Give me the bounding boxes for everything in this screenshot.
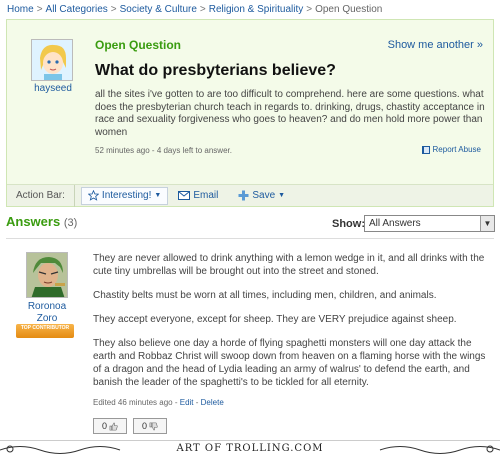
- show-filter-label: Show:: [332, 218, 365, 230]
- question-panel: hayseed Open Question Show me another » …: [6, 19, 494, 207]
- show-filter-value: All Answers: [369, 218, 421, 229]
- thumbs-up-count: 0: [101, 421, 107, 431]
- edit-link[interactable]: Edit: [180, 398, 194, 407]
- answer-edited-time: Edited 46 minutes ago: [93, 398, 173, 407]
- breadcrumb-all-categories[interactable]: All Categories: [46, 4, 108, 15]
- interesting-button[interactable]: Interesting! ▼: [80, 186, 169, 205]
- email-button[interactable]: Email: [168, 185, 228, 207]
- breadcrumb-separator: >: [199, 4, 206, 15]
- answer-body: They are never allowed to drink anything…: [93, 252, 491, 400]
- question-status: Open Question: [95, 38, 182, 52]
- breadcrumb-current: Open Question: [315, 4, 383, 15]
- breadcrumb: Home > All Categories > Society & Culture > Re…: [7, 4, 382, 15]
- avatar-image: [32, 40, 72, 80]
- show-filter-select[interactable]: All Answers ▼: [364, 215, 495, 232]
- thumbs-down-button[interactable]: 0: [133, 418, 167, 434]
- envelope-icon: [178, 191, 191, 200]
- report-abuse-link[interactable]: Report Abuse: [421, 145, 481, 154]
- email-label: Email: [193, 189, 219, 201]
- save-label: Save: [252, 189, 276, 201]
- breadcrumb-society-culture[interactable]: Society & Culture: [120, 4, 197, 15]
- avatar-image: [27, 253, 67, 297]
- answers-count: (3): [63, 217, 78, 229]
- thumbs-down-count: 0: [141, 421, 147, 431]
- footer-watermark: ART OF TROLLING.COM: [0, 440, 500, 456]
- answer-paragraph: They also believe one day a horde of fly…: [93, 338, 486, 388]
- question-meta: 52 minutes ago - 4 days left to answer.: [95, 146, 232, 155]
- answer-meta: Edited 46 minutes ago - Edit - Delete: [93, 398, 224, 407]
- chevron-down-icon[interactable]: ▼: [480, 216, 494, 231]
- breadcrumb-separator: >: [306, 4, 313, 15]
- divider: [6, 238, 494, 239]
- action-bar: Action Bar: Interesting! ▼ Email Save ▼: [7, 184, 493, 207]
- answer-paragraph: They are never allowed to drink anything…: [93, 253, 485, 277]
- answerer-avatar[interactable]: [26, 252, 68, 298]
- star-icon: [87, 190, 99, 201]
- answers-title: Answers: [6, 214, 61, 229]
- answers-heading: Answers (3): [6, 214, 77, 229]
- asker-name[interactable]: hayseed: [25, 83, 81, 94]
- action-bar-label: Action Bar:: [7, 184, 75, 207]
- vote-buttons: 0 0: [93, 418, 167, 434]
- asker-avatar[interactable]: [31, 39, 73, 81]
- breadcrumb-religion[interactable]: Religion & Spirituality: [209, 4, 304, 15]
- watermark-text: ART OF TROLLING.COM: [176, 443, 324, 454]
- answer-paragraph: They accept everyone, except for sheep. …: [93, 314, 457, 325]
- breadcrumb-home[interactable]: Home: [7, 4, 34, 15]
- thumbs-up-button[interactable]: 0: [93, 418, 127, 434]
- thumbs-up-icon: [109, 422, 118, 430]
- top-contributor-badge: TOP CONTRIBUTOR: [16, 324, 74, 338]
- question-title: What do presbyterians believe?: [95, 62, 336, 79]
- delete-link[interactable]: Delete: [201, 398, 224, 407]
- plus-icon: [238, 190, 249, 201]
- report-abuse-label: Report Abuse: [432, 145, 481, 154]
- breadcrumb-separator: >: [36, 4, 43, 15]
- chevron-down-icon: ▼: [154, 191, 162, 199]
- thumbs-down-icon: [149, 422, 158, 430]
- save-button[interactable]: Save ▼: [228, 185, 295, 207]
- chevron-down-icon: ▼: [278, 191, 286, 199]
- answerer-name[interactable]: Roronoa Zoro: [18, 301, 76, 325]
- show-another-link[interactable]: Show me another »: [388, 39, 483, 51]
- interesting-label: Interesting!: [101, 189, 152, 201]
- breadcrumb-separator: >: [110, 4, 117, 15]
- flag-icon: [421, 145, 430, 154]
- question-body: all the sites i've gotten to are too dif…: [95, 89, 485, 138]
- answer-paragraph: Chastity belts must be worn at all times…: [93, 290, 437, 301]
